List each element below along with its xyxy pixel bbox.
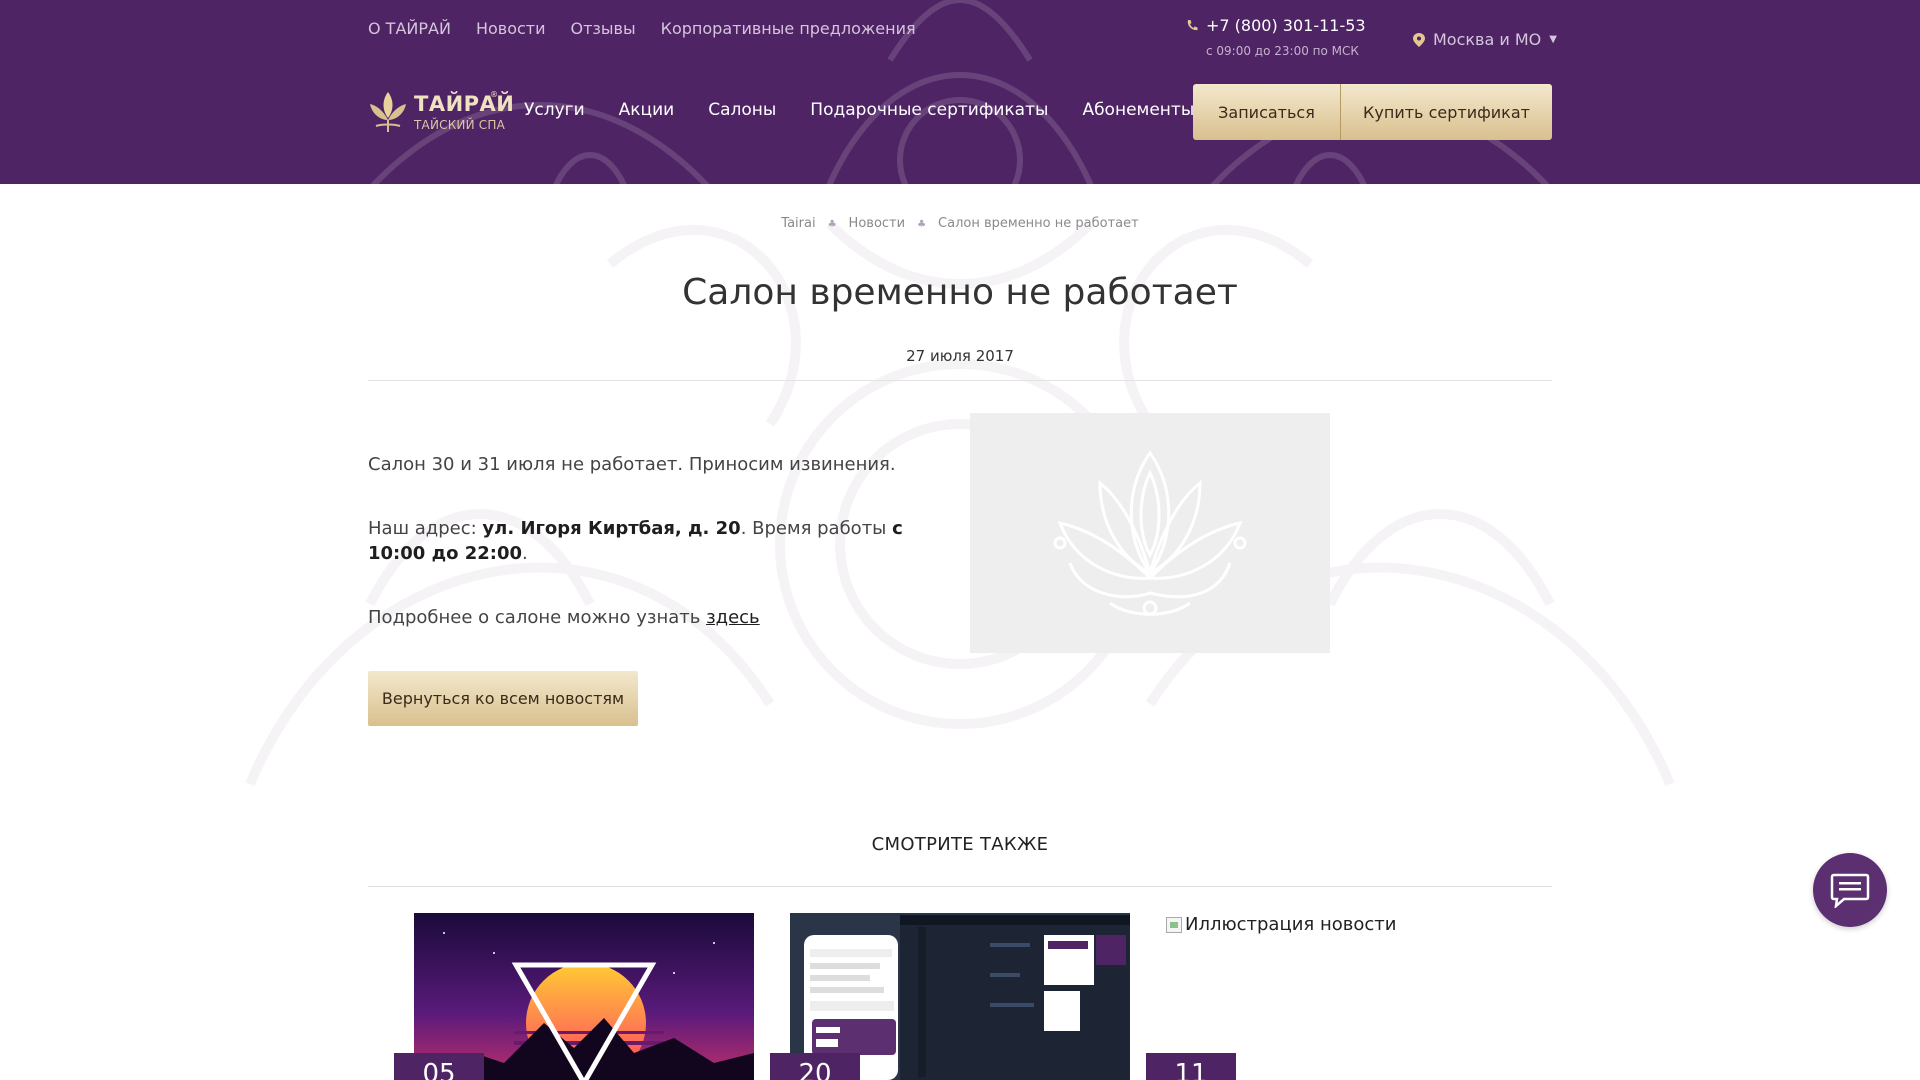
more-info-text: Подробнее о салоне можно узнать (368, 607, 707, 628)
book-button[interactable]: Записаться (1193, 84, 1341, 140)
contact-block: +7 (800) 301-11-53 с 09:00 до 23:00 по М… (1186, 16, 1366, 58)
phone-icon (1186, 19, 1198, 33)
top-nav-reviews[interactable]: Отзывы (571, 19, 636, 38)
top-nav: О ТАЙРАЙ Новости Отзывы Корпоративные пр… (368, 19, 916, 38)
article-date: 27 июля 2017 (906, 347, 1014, 365)
logo-registered: ® (490, 90, 498, 99)
work-hours: с 09:00 до 23:00 по МСК (1206, 44, 1359, 58)
article-paragraph-3: Подробнее о салоне можно узнать здесь (368, 605, 928, 630)
main-nav-salons[interactable]: Салоны (708, 100, 776, 120)
date-badge: 05 (394, 1053, 484, 1080)
hours-prefix: . Время работы (740, 518, 893, 539)
date-badge: 20 (770, 1053, 860, 1080)
breadcrumb-news[interactable]: Новости (849, 216, 906, 233)
salon-address: ул. Игоря Киртбая, д. 20 (482, 518, 741, 539)
top-nav-about[interactable]: О ТАЙРАЙ (368, 19, 451, 38)
chat-widget-button[interactable] (1813, 853, 1887, 927)
period: . (522, 543, 528, 564)
breadcrumb: Tairai ♣ Новости ♣ Салон временно не раб… (0, 216, 1920, 233)
top-nav-corporate[interactable]: Корпоративные предложения (661, 19, 916, 38)
main-nav-services[interactable]: Услуги (524, 100, 585, 120)
city-selector[interactable]: Москва и МО ▼ (1413, 30, 1557, 49)
phone-link[interactable]: +7 (800) 301-11-53 (1206, 16, 1366, 35)
address-prefix: Наш адрес: (368, 518, 483, 539)
lotus-separator-icon: ♣ (917, 219, 927, 230)
logo-title: ТАЙРАЙ (414, 92, 515, 116)
main-nav-subscriptions[interactable]: Абонементы (1082, 100, 1194, 120)
breadcrumb-current: Салон временно не работает (938, 216, 1139, 231)
lotus-separator-icon: ♣ (827, 219, 837, 230)
image-alt-text: Иллюстрация новости (1185, 914, 1397, 935)
main-nav-promotions[interactable]: Акции (619, 100, 675, 120)
page-title: Салон временно не работает (682, 272, 1238, 313)
back-to-news-button[interactable]: Вернуться ко всем новостям (368, 671, 638, 726)
logo-subtitle: ТАЙСКИЙ СПА (414, 118, 505, 132)
divider (368, 380, 1552, 381)
divider (368, 886, 1552, 887)
see-also-heading: СМОТРИТЕ ТАКЖЕ (871, 834, 1049, 855)
date-badge: 11 (1146, 1053, 1236, 1080)
news-image-placeholder (970, 413, 1330, 653)
logo[interactable]: ТАЙРАЙ ® ТАЙСКИЙ СПА (368, 88, 514, 136)
main-nav: Услуги Акции Салоны Подарочные сертифика… (524, 100, 1194, 120)
broken-news-image: Иллюстрация новости (1166, 914, 1396, 935)
main-nav-gift-certificates[interactable]: Подарочные сертификаты (810, 100, 1048, 120)
article-paragraph-2: Наш адрес: ул. Игоря Киртбая, д. 20. Вре… (368, 516, 928, 566)
chat-bubble-icon (1830, 873, 1870, 908)
broken-image-icon (1166, 916, 1182, 933)
header-actions: Записаться Купить сертификат (1193, 84, 1552, 140)
lotus-logo-icon (370, 92, 406, 132)
article-body: Салон 30 и 31 июля не работает. Приносим… (368, 452, 928, 669)
city-label: Москва и МО (1433, 30, 1542, 49)
lotus-placeholder-icon (1053, 450, 1247, 616)
salon-details-link[interactable]: здесь (706, 607, 760, 628)
article-paragraph-1: Салон 30 и 31 июля не работает. Приносим… (368, 454, 896, 475)
top-nav-news[interactable]: Новости (476, 19, 546, 38)
site-header: О ТАЙРАЙ Новости Отзывы Корпоративные пр… (0, 0, 1920, 184)
map-pin-icon (1413, 32, 1425, 47)
buy-certificate-button[interactable]: Купить сертификат (1341, 84, 1552, 140)
breadcrumb-home[interactable]: Tairai (781, 216, 815, 233)
chevron-down-icon: ▼ (1549, 34, 1557, 45)
